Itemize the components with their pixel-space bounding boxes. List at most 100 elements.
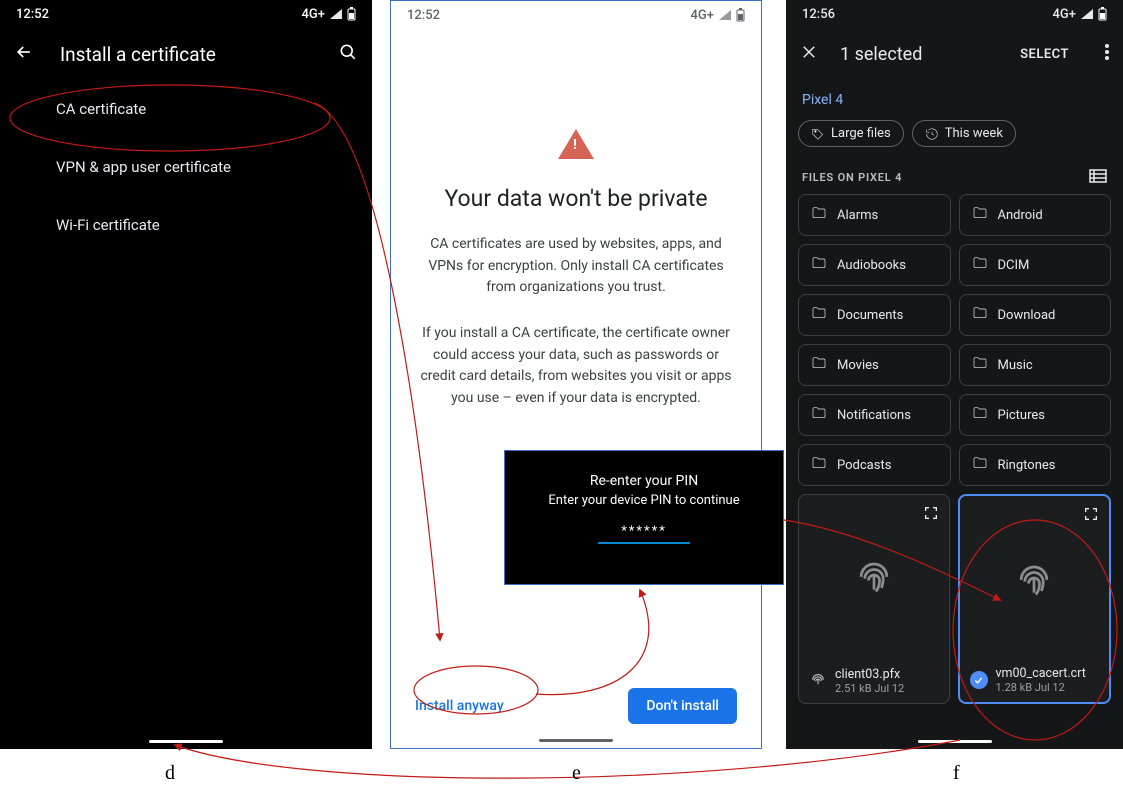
chip-large-files[interactable]: Large files [798,120,904,147]
chip-this-week[interactable]: This week [912,120,1016,147]
file-name: vm00_cacert.crt [996,666,1086,681]
folder-label: Podcasts [837,458,891,473]
header-bar: 1 selected SELECT [786,28,1123,80]
folder-grid: Alarms Android Audiobooks DCIM Documents… [786,194,1123,704]
device-warning: 12:52 4G+ Your data won't be private CA … [390,0,762,749]
expand-icon[interactable] [923,505,939,525]
status-right: 4G+ [1053,7,1107,22]
pin-title: Re-enter your PIN [505,473,783,489]
search-icon[interactable] [338,42,358,67]
signal-icon [1080,8,1094,20]
status-right: 4G+ [302,7,356,22]
folder-download[interactable]: Download [959,294,1112,336]
button-row: Install anyway Don't install [391,688,761,724]
select-button[interactable]: SELECT [1020,47,1069,62]
list-item-vpn-cert[interactable]: VPN & app user certificate [0,138,372,196]
back-icon[interactable] [14,42,34,67]
file-footer: client03.pfx 2.51 kB Jul 12 [799,659,949,703]
folder-icon [811,205,827,225]
folder-icon [972,205,988,225]
alert-icon [558,129,594,159]
chip-label: This week [945,126,1003,141]
folder-audiobooks[interactable]: Audiobooks [798,244,951,286]
folder-movies[interactable]: Movies [798,344,951,386]
folder-icon [811,255,827,275]
warning-content: Your data won't be private CA certificat… [391,29,761,410]
folder-label: Music [998,358,1033,373]
home-indicator[interactable] [539,739,613,742]
folder-pictures[interactable]: Pictures [959,394,1112,436]
folder-notifications[interactable]: Notifications [798,394,951,436]
folder-icon [811,405,827,425]
folder-podcasts[interactable]: Podcasts [798,444,951,486]
folder-icon [811,455,827,475]
warning-title: Your data won't be private [419,185,733,212]
history-icon [925,127,939,141]
file-meta: 2.51 kB Jul 12 [835,682,904,695]
warning-paragraph-2: If you install a CA certificate, the cer… [419,323,733,410]
section-header: FILES ON PIXEL 4 [786,153,1123,194]
pin-input[interactable]: ****** [598,524,690,544]
expand-icon[interactable] [1083,506,1099,526]
view-list-icon[interactable] [1089,169,1107,186]
list-item-ca-cert[interactable]: CA certificate [0,80,372,138]
folder-label: Ringtones [998,458,1056,473]
folder-label: DCIM [998,258,1030,273]
chip-label: Large files [831,126,891,141]
filter-chips: Large files This week [786,114,1123,153]
pin-dialog: Re-enter your PIN Enter your device PIN … [504,450,784,585]
folder-documents[interactable]: Documents [798,294,951,336]
folder-label: Pictures [998,408,1045,423]
status-bar: 12:52 4G+ [391,1,761,29]
tag-icon [811,127,825,141]
battery-icon [347,7,356,21]
file-tile-client03[interactable]: client03.pfx 2.51 kB Jul 12 [798,494,950,704]
selected-check-icon [970,671,988,689]
caption-d: d [165,762,175,785]
status-net: 4G+ [302,7,325,22]
status-right: 4G+ [691,8,745,23]
folder-icon [811,355,827,375]
page-title: Install a certificate [60,43,312,66]
signal-icon [329,8,343,20]
battery-icon [1098,7,1107,21]
folder-icon [811,305,827,325]
folder-label: Android [998,208,1043,223]
caption-f: f [953,762,960,785]
folder-music[interactable]: Music [959,344,1112,386]
header-bar: Install a certificate [0,28,372,80]
folder-label: Audiobooks [837,258,906,273]
section-title: FILES ON PIXEL 4 [802,171,902,184]
dont-install-button[interactable]: Don't install [628,688,737,724]
folder-label: Alarms [837,208,878,223]
status-time: 12:56 [802,7,835,22]
battery-icon [736,8,745,22]
status-bar: 12:56 4G+ [786,0,1123,28]
device-install-cert: 12:52 4G+ Install a certificate CA certi… [0,0,372,749]
folder-ringtones[interactable]: Ringtones [959,444,1112,486]
more-icon[interactable] [1105,44,1109,64]
breadcrumb[interactable]: Pixel 4 [786,80,1123,114]
list-item-wifi-cert[interactable]: Wi-Fi certificate [0,196,372,254]
file-tile-cacert[interactable]: vm00_cacert.crt 1.28 kB Jul 12 [958,494,1112,704]
device-file-picker: 12:56 4G+ 1 selected SELECT Pixel 4 Larg… [786,0,1123,749]
home-indicator[interactable] [918,740,992,743]
status-bar: 12:52 4G+ [0,0,372,28]
install-anyway-button[interactable]: Install anyway [415,698,504,714]
folder-icon [972,255,988,275]
folder-label: Download [998,308,1056,323]
file-name: client03.pfx [835,667,904,682]
folder-dcim[interactable]: DCIM [959,244,1112,286]
home-indicator[interactable] [149,740,223,743]
signal-icon [718,9,732,21]
file-meta: 1.28 kB Jul 12 [996,681,1086,694]
close-icon[interactable] [800,43,818,65]
folder-icon [972,355,988,375]
folder-alarms[interactable]: Alarms [798,194,951,236]
caption-e: e [572,762,581,785]
status-time: 12:52 [407,8,440,23]
status-net: 4G+ [1053,7,1076,22]
folder-android[interactable]: Android [959,194,1112,236]
folder-icon [972,405,988,425]
status-net: 4G+ [691,8,714,23]
